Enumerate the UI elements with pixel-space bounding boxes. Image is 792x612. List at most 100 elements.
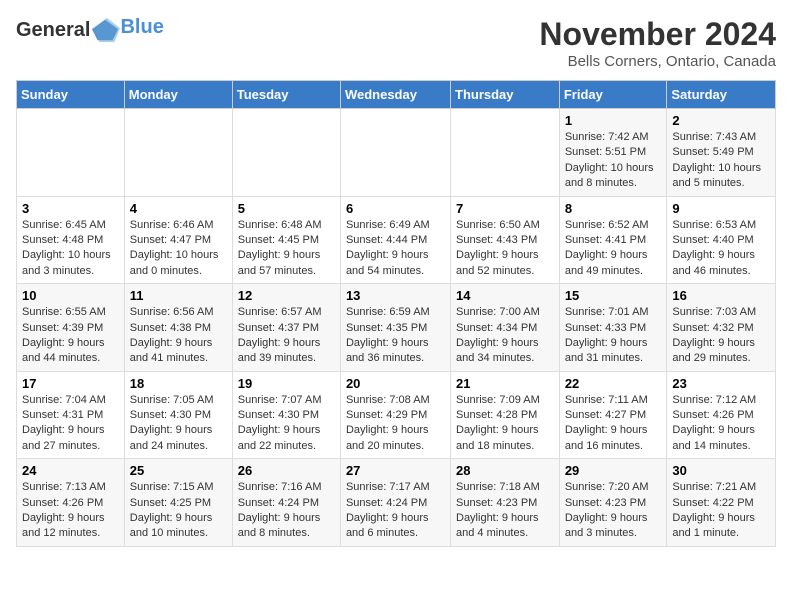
day-number: 19 (238, 376, 335, 391)
day-info: Sunrise: 6:59 AM Sunset: 4:35 PM Dayligh… (346, 305, 445, 367)
day-info: Sunrise: 6:52 AM Sunset: 4:41 PM Dayligh… (565, 218, 662, 280)
day-number: 13 (346, 288, 445, 303)
calendar-cell: 17 Sunrise: 7:04 AM Sunset: 4:31 PM Dayli… (17, 371, 125, 459)
day-number: 23 (672, 376, 770, 391)
weekday-header: Sunday (17, 81, 125, 109)
day-info: Sunrise: 7:08 AM Sunset: 4:29 PM Dayligh… (346, 393, 445, 455)
day-info: Sunrise: 7:03 AM Sunset: 4:32 PM Dayligh… (672, 305, 770, 367)
day-number: 27 (346, 463, 445, 478)
day-info: Sunrise: 6:53 AM Sunset: 4:40 PM Dayligh… (672, 218, 770, 280)
day-number: 20 (346, 376, 445, 391)
calendar-cell: 14 Sunrise: 7:00 AM Sunset: 4:34 PM Dayli… (451, 284, 560, 372)
day-info: Sunrise: 6:57 AM Sunset: 4:37 PM Dayligh… (238, 305, 335, 367)
calendar-cell (232, 109, 340, 197)
calendar-cell (124, 109, 232, 197)
calendar-cell: 8 Sunrise: 6:52 AM Sunset: 4:41 PM Daylig… (559, 196, 667, 284)
day-number: 12 (238, 288, 335, 303)
calendar-cell: 5Sunrise: 6:48 AM Sunset: 4:45 PM Daylig… (232, 196, 340, 284)
logo-blue-text: Blue (120, 16, 163, 39)
calendar-week-row: 10 Sunrise: 6:55 AM Sunset: 4:39 PM Dayli… (17, 284, 776, 372)
day-info: Sunrise: 7:18 AM Sunset: 4:23 PM Dayligh… (456, 480, 554, 542)
day-number: 11 (130, 288, 227, 303)
day-info: Sunrise: 7:17 AM Sunset: 4:24 PM Dayligh… (346, 480, 445, 542)
day-info: Sunrise: 7:12 AM Sunset: 4:26 PM Dayligh… (672, 393, 770, 455)
weekday-header: Wednesday (340, 81, 450, 109)
day-number: 4 (130, 201, 227, 216)
day-number: 1 (565, 113, 662, 128)
day-info: Sunrise: 6:48 AM Sunset: 4:45 PM Dayligh… (238, 218, 335, 280)
day-info: Sunrise: 7:20 AM Sunset: 4:23 PM Dayligh… (565, 480, 662, 542)
calendar-cell (451, 109, 560, 197)
calendar-cell: 28 Sunrise: 7:18 AM Sunset: 4:23 PM Dayli… (451, 459, 560, 547)
month-title: November 2024 (539, 16, 776, 53)
calendar-cell: 26Sunrise: 7:16 AM Sunset: 4:24 PM Dayli… (232, 459, 340, 547)
calendar-cell: 22Sunrise: 7:11 AM Sunset: 4:27 PM Dayli… (559, 371, 667, 459)
calendar-cell (340, 109, 450, 197)
weekday-header: Thursday (451, 81, 560, 109)
title-block: November 2024 Bells Corners, Ontario, Ca… (539, 16, 776, 70)
day-info: Sunrise: 7:00 AM Sunset: 4:34 PM Dayligh… (456, 305, 554, 367)
weekday-header: Monday (124, 81, 232, 109)
day-number: 18 (130, 376, 227, 391)
location: Bells Corners, Ontario, Canada (539, 53, 776, 70)
weekday-header: Friday (559, 81, 667, 109)
day-number: 2 (672, 113, 770, 128)
day-number: 7 (456, 201, 554, 216)
day-number: 3 (22, 201, 119, 216)
day-number: 16 (672, 288, 770, 303)
day-number: 30 (672, 463, 770, 478)
page-header: General Blue November 2024 Bells Corners… (16, 16, 776, 70)
calendar-cell: 11 Sunrise: 6:56 AM Sunset: 4:38 PM Dayli… (124, 284, 232, 372)
day-info: Sunrise: 6:56 AM Sunset: 4:38 PM Dayligh… (130, 305, 227, 367)
day-number: 8 (565, 201, 662, 216)
day-info: Sunrise: 7:04 AM Sunset: 4:31 PM Dayligh… (22, 393, 119, 455)
calendar-header-row: SundayMondayTuesdayWednesdayThursdayFrid… (17, 81, 776, 109)
calendar-cell: 7 Sunrise: 6:50 AM Sunset: 4:43 PM Daylig… (451, 196, 560, 284)
day-number: 14 (456, 288, 554, 303)
day-number: 24 (22, 463, 119, 478)
day-number: 17 (22, 376, 119, 391)
day-number: 15 (565, 288, 662, 303)
calendar-cell: 23 Sunrise: 7:12 AM Sunset: 4:26 PM Dayli… (667, 371, 776, 459)
day-info: Sunrise: 7:16 AM Sunset: 4:24 PM Dayligh… (238, 480, 335, 542)
calendar-cell: 6Sunrise: 6:49 AM Sunset: 4:44 PM Daylig… (340, 196, 450, 284)
calendar-cell: 27 Sunrise: 7:17 AM Sunset: 4:24 PM Dayli… (340, 459, 450, 547)
day-info: Sunrise: 7:09 AM Sunset: 4:28 PM Dayligh… (456, 393, 554, 455)
calendar-cell: 2 Sunrise: 7:43 AM Sunset: 5:49 PM Daylig… (667, 109, 776, 197)
day-number: 21 (456, 376, 554, 391)
calendar-cell: 18 Sunrise: 7:05 AM Sunset: 4:30 PM Dayli… (124, 371, 232, 459)
calendar-cell: 1Sunrise: 7:42 AM Sunset: 5:51 PM Daylig… (559, 109, 667, 197)
day-info: Sunrise: 6:55 AM Sunset: 4:39 PM Dayligh… (22, 305, 119, 367)
calendar-cell: 3Sunrise: 6:45 AM Sunset: 4:48 PM Daylig… (17, 196, 125, 284)
day-info: Sunrise: 7:07 AM Sunset: 4:30 PM Dayligh… (238, 393, 335, 455)
calendar-cell: 24 Sunrise: 7:13 AM Sunset: 4:26 PM Dayli… (17, 459, 125, 547)
day-info: Sunrise: 6:50 AM Sunset: 4:43 PM Dayligh… (456, 218, 554, 280)
calendar-week-row: 17 Sunrise: 7:04 AM Sunset: 4:31 PM Dayli… (17, 371, 776, 459)
calendar-cell: 13 Sunrise: 6:59 AM Sunset: 4:35 PM Dayli… (340, 284, 450, 372)
day-number: 25 (130, 463, 227, 478)
calendar-cell: 30 Sunrise: 7:21 AM Sunset: 4:22 PM Dayli… (667, 459, 776, 547)
calendar-cell: 25Sunrise: 7:15 AM Sunset: 4:25 PM Dayli… (124, 459, 232, 547)
day-number: 28 (456, 463, 554, 478)
day-info: Sunrise: 7:05 AM Sunset: 4:30 PM Dayligh… (130, 393, 227, 455)
calendar-cell: 29 Sunrise: 7:20 AM Sunset: 4:23 PM Dayli… (559, 459, 667, 547)
weekday-header: Tuesday (232, 81, 340, 109)
day-number: 22 (565, 376, 662, 391)
logo: General Blue (16, 16, 164, 44)
calendar-week-row: 24 Sunrise: 7:13 AM Sunset: 4:26 PM Dayli… (17, 459, 776, 547)
day-number: 10 (22, 288, 119, 303)
calendar-cell (17, 109, 125, 197)
calendar-cell: 16 Sunrise: 7:03 AM Sunset: 4:32 PM Dayli… (667, 284, 776, 372)
day-info: Sunrise: 7:21 AM Sunset: 4:22 PM Dayligh… (672, 480, 770, 542)
weekday-header: Saturday (667, 81, 776, 109)
day-number: 6 (346, 201, 445, 216)
logo-icon (92, 16, 120, 44)
calendar-cell: 20 Sunrise: 7:08 AM Sunset: 4:29 PM Dayli… (340, 371, 450, 459)
day-info: Sunrise: 7:13 AM Sunset: 4:26 PM Dayligh… (22, 480, 119, 542)
calendar-table: SundayMondayTuesdayWednesdayThursdayFrid… (16, 80, 776, 547)
day-info: Sunrise: 6:46 AM Sunset: 4:47 PM Dayligh… (130, 218, 227, 280)
day-info: Sunrise: 7:43 AM Sunset: 5:49 PM Dayligh… (672, 130, 770, 192)
calendar-cell: 21 Sunrise: 7:09 AM Sunset: 4:28 PM Dayli… (451, 371, 560, 459)
day-number: 29 (565, 463, 662, 478)
day-info: Sunrise: 7:01 AM Sunset: 4:33 PM Dayligh… (565, 305, 662, 367)
